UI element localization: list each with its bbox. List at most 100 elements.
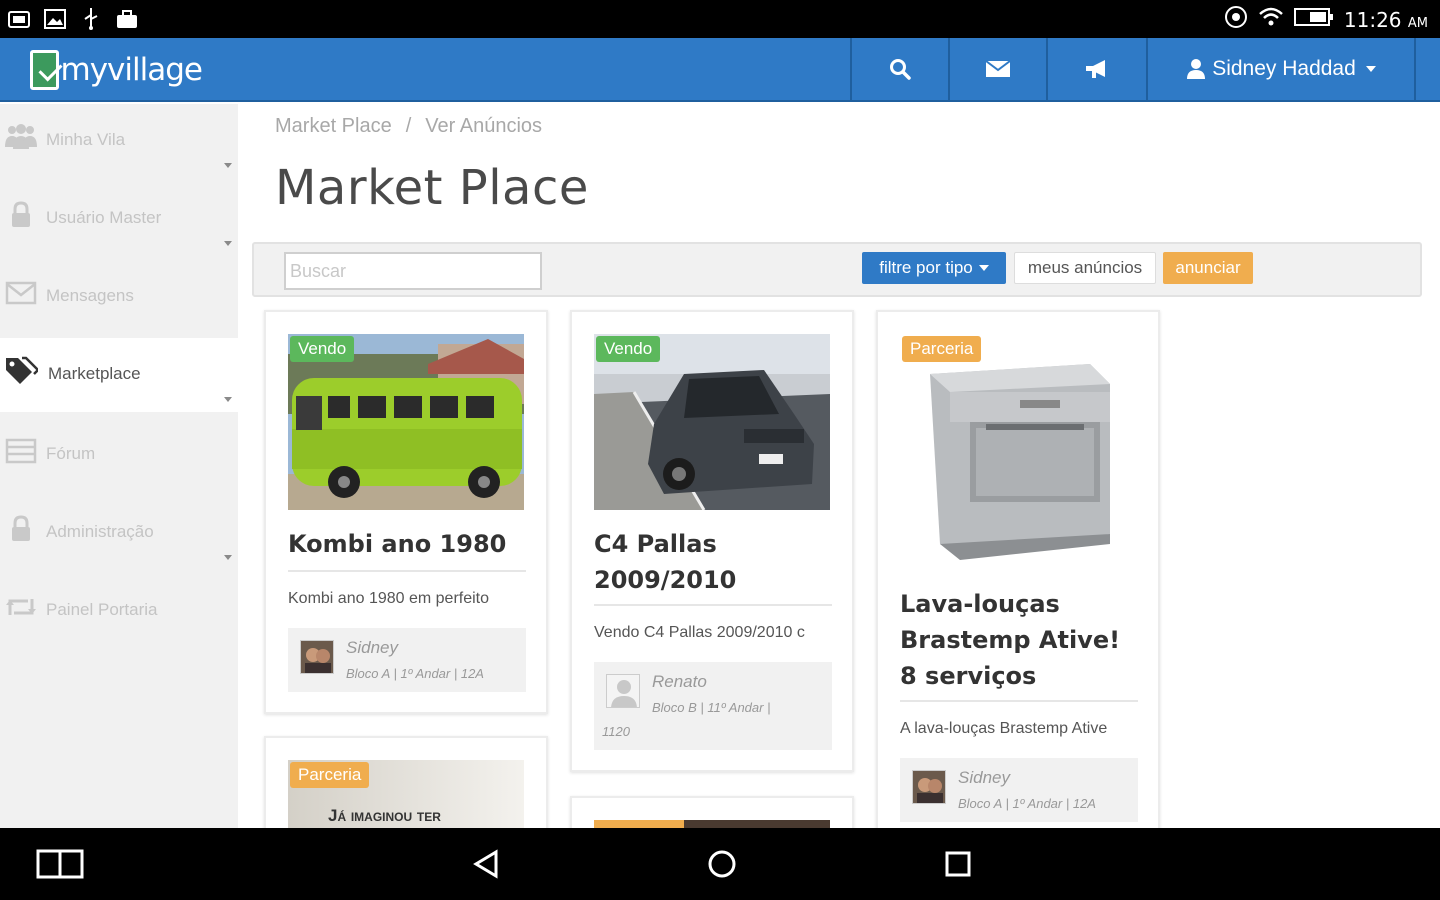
retweet-icon (4, 590, 38, 624)
author-location-unit: 1120 (602, 724, 630, 739)
listing-author: Sidney Bloco A | 1º Andar | 12A (288, 628, 526, 692)
listing-author: Sidney Bloco A | 1º Andar | 12A (900, 758, 1138, 822)
wifi-icon (1258, 6, 1284, 33)
sidebar-item-forum[interactable]: Fórum (0, 418, 238, 492)
breadcrumb-item-ver-anuncios: Ver Anúncios (425, 115, 543, 137)
breadcrumb-separator: / (405, 115, 412, 137)
listing-image[interactable]: Vendo (594, 334, 830, 510)
sidebar-item-marketplace[interactable]: Marketplace (0, 338, 238, 412)
listing-image[interactable]: Vendo (288, 334, 524, 510)
listing-card[interactable]: Vendo C4 Pallas 2009/2010 Vendo C4 Palla… (570, 310, 854, 772)
sidebar-item-mensagens[interactable]: Mensagens (0, 260, 238, 334)
system-status-bar: 11:26 AM (0, 0, 1440, 38)
my-ads-button[interactable]: meus anúncios (1014, 252, 1156, 284)
author-name: Renato (652, 672, 707, 691)
recent-apps-icon (945, 851, 971, 877)
photo-icon (6, 6, 32, 32)
filter-button-label: filtre por tipo (879, 258, 973, 277)
clock: 11:26 AM (1343, 7, 1428, 32)
avatar (300, 640, 334, 674)
home-button[interactable] (698, 846, 746, 882)
listing-title[interactable]: C4 Pallas 2009/2010 (594, 526, 834, 598)
notification-icons (6, 6, 140, 32)
listing-description: Kombi ano 1980 em perfeito (288, 590, 490, 607)
divider (288, 570, 526, 572)
user-menu-button[interactable]: Sidney Haddad (1146, 38, 1416, 100)
sidebar-item-label: Mensagens (46, 286, 134, 305)
listing-title[interactable]: Lava-louças Brastemp Ative! 8 serviços (900, 586, 1140, 694)
breadcrumb-item-market-place[interactable]: Market Place (275, 115, 392, 138)
user-icon (1187, 59, 1206, 79)
sidebar-item-label: Painel Portaria (46, 600, 158, 619)
listing-tag: Vendo (290, 336, 355, 362)
users-icon (4, 120, 38, 154)
listing-image[interactable]: Parceria (900, 334, 1136, 570)
tags-icon (4, 354, 38, 388)
chevron-down-icon (224, 241, 232, 246)
divider (594, 604, 832, 606)
chevron-down-icon (1365, 66, 1376, 72)
sidebar-item-label: Marketplace (48, 364, 141, 383)
listing-title[interactable]: Kombi ano 1980 (288, 526, 528, 562)
filter-by-type-button[interactable]: filtre por tipo (862, 252, 1006, 284)
split-screen-button[interactable] (36, 846, 84, 882)
briefcase-icon (114, 6, 140, 32)
divider (900, 700, 1138, 702)
author-location: Bloco A | 1º Andar | 12A (958, 796, 1096, 811)
avatar-placeholder-icon (606, 674, 640, 708)
author-location: Bloco A | 1º Andar | 12A (346, 666, 484, 681)
back-button[interactable] (462, 846, 510, 882)
listing-description: Vendo C4 Pallas 2009/2010 c (594, 624, 805, 641)
listing-author: Renato Bloco B | 11º Andar | 1120 (594, 662, 832, 750)
app-logo[interactable]: myvillage (30, 42, 203, 98)
lock-icon (4, 198, 38, 232)
search-input[interactable] (284, 252, 542, 290)
sync-icon (1224, 5, 1248, 34)
sidebar-item-usuario-master[interactable]: Usuário Master (0, 182, 238, 256)
chevron-down-icon (224, 163, 232, 168)
envelope-icon (985, 60, 1011, 77)
user-name: Sidney Haddad (1212, 57, 1356, 80)
post-ad-button[interactable]: anunciar (1163, 252, 1253, 284)
split-screen-icon (36, 849, 84, 879)
listing-card[interactable]: Vendo Kombi ano 1980 Kombi ano 1980 em p… (264, 310, 548, 714)
sidebar-item-label: Minha Vila (46, 130, 126, 149)
avatar (912, 770, 946, 804)
logo-mark-icon (30, 50, 59, 90)
image-caption: Já imaginou ter (328, 806, 441, 825)
sidebar-item-minha-vila[interactable]: Minha Vila (0, 104, 238, 178)
recent-apps-button[interactable] (934, 846, 982, 882)
chevron-down-icon (978, 265, 989, 271)
sidebar-item-label: Usuário Master (46, 208, 162, 227)
sidebar-item-label: Fórum (46, 444, 96, 463)
search-icon (890, 59, 911, 80)
search-button[interactable] (850, 38, 948, 100)
chevron-down-icon (224, 555, 232, 560)
megaphone-icon (1086, 60, 1105, 78)
listing-description: A lava-louças Brastemp Ative (900, 720, 1108, 737)
system-indicators: 11:26 AM (1224, 5, 1428, 34)
sidebar-item-label: Administração (46, 522, 154, 541)
announcements-button[interactable] (1046, 38, 1146, 100)
sidebar-item-administracao[interactable]: Administração (0, 496, 238, 570)
messages-button[interactable] (948, 38, 1046, 100)
listing-tag: Vendo (596, 336, 661, 362)
logo-text: myvillage (60, 52, 203, 88)
home-icon (708, 850, 736, 878)
listing-card[interactable]: Parceria Lava-louças Brastemp Ative! 8 s… (876, 310, 1160, 840)
author-location: Bloco B | 11º Andar | (652, 700, 771, 715)
app-header: myvillage Sidney Haddad (0, 38, 1440, 102)
page-title: Market Place (275, 160, 589, 216)
author-name: Sidney (346, 638, 398, 657)
image-icon (42, 6, 68, 32)
breadcrumb: Market Place / Ver Anúncios (275, 115, 542, 138)
forum-icon (4, 434, 38, 468)
sidebar-nav: Minha Vila Usuário Master Mensagens Mark… (0, 104, 238, 828)
sidebar-item-painel-portaria[interactable]: Painel Portaria (0, 574, 238, 648)
usb-icon (78, 6, 104, 32)
marketplace-toolbar: filtre por tipo meus anúncios anunciar (252, 242, 1422, 297)
chevron-down-icon (224, 397, 232, 402)
author-name: Sidney (958, 768, 1010, 787)
listing-tag: Parceria (290, 762, 370, 788)
lock-icon (4, 512, 38, 546)
